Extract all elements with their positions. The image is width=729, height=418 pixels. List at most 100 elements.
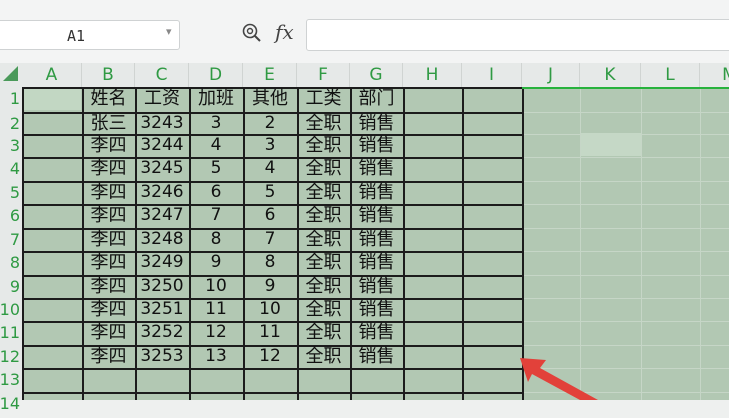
table-cell[interactable]: 6	[189, 181, 243, 204]
column-header-g[interactable]: G	[350, 63, 403, 87]
table-header-cell[interactable]: 工资	[135, 87, 189, 110]
column-header-b[interactable]: B	[82, 63, 135, 87]
table-cell[interactable]: 3251	[135, 298, 189, 321]
table-cell[interactable]: 李四	[82, 228, 135, 251]
column-header-h[interactable]: H	[403, 63, 462, 87]
table-cell[interactable]: 2	[243, 112, 297, 135]
table-cell[interactable]: 销售	[350, 275, 403, 298]
table-cell[interactable]: 全职	[297, 251, 350, 274]
table-cell[interactable]: 10	[189, 275, 243, 298]
table-cell[interactable]: 3252	[135, 321, 189, 344]
table-cell[interactable]: 销售	[350, 345, 403, 368]
select-all-corner[interactable]	[3, 66, 18, 81]
table-cell[interactable]: 销售	[350, 228, 403, 251]
table-cell[interactable]: 全职	[297, 228, 350, 251]
table-cell[interactable]: 5	[243, 181, 297, 204]
table-cell[interactable]: 9	[243, 275, 297, 298]
table-cell[interactable]: 李四	[82, 251, 135, 274]
table-cell[interactable]: 李四	[82, 275, 135, 298]
table-cell[interactable]: 3249	[135, 251, 189, 274]
table-cell[interactable]: 全职	[297, 298, 350, 321]
column-header-k[interactable]: K	[580, 63, 641, 87]
table-cell[interactable]: 3250	[135, 275, 189, 298]
table-cell[interactable]: 4	[243, 157, 297, 180]
table-cell[interactable]: 3253	[135, 345, 189, 368]
row-header-13[interactable]: 13	[0, 370, 20, 394]
table-cell[interactable]: 销售	[350, 157, 403, 180]
table-cell[interactable]: 7	[189, 204, 243, 227]
row-header-6[interactable]: 6	[0, 206, 20, 230]
column-header-e[interactable]: E	[243, 63, 297, 87]
table-cell[interactable]: 3248	[135, 228, 189, 251]
name-box[interactable]: A1 ▾	[0, 20, 180, 50]
table-cell[interactable]: 3245	[135, 157, 189, 180]
row-header-3[interactable]: 3	[0, 136, 20, 159]
table-cell[interactable]: 8	[243, 251, 297, 274]
row-header-11[interactable]: 11	[0, 323, 20, 347]
table-cell[interactable]: 销售	[350, 321, 403, 344]
column-header-j[interactable]: J	[522, 63, 580, 87]
active-cell-a1[interactable]	[23, 89, 81, 110]
table-cell[interactable]: 李四	[82, 134, 135, 157]
table-cell[interactable]: 8	[189, 228, 243, 251]
table-cell[interactable]: 3244	[135, 134, 189, 157]
row-header-1[interactable]: 1	[0, 89, 20, 114]
zoom-icon[interactable]	[241, 22, 263, 44]
table-header-cell[interactable]: 加班	[189, 87, 243, 110]
formula-input[interactable]	[306, 19, 729, 51]
column-header-i[interactable]: I	[462, 63, 522, 87]
row-header-5[interactable]: 5	[0, 183, 20, 206]
table-cell[interactable]: 3243	[135, 112, 189, 135]
table-header-cell[interactable]: 其他	[243, 87, 297, 110]
table-cell[interactable]: 12	[189, 321, 243, 344]
table-cell[interactable]: 全职	[297, 157, 350, 180]
fx-icon[interactable]: fx	[275, 20, 294, 44]
table-cell[interactable]: 张三	[82, 112, 135, 135]
table-cell[interactable]: 6	[243, 204, 297, 227]
row-header-8[interactable]: 8	[0, 253, 20, 277]
table-header-cell[interactable]: 部门	[350, 87, 403, 110]
row-header-2[interactable]: 2	[0, 114, 20, 136]
row-header-14[interactable]: 14	[0, 394, 20, 418]
chevron-down-icon[interactable]: ▾	[166, 25, 172, 38]
row-header-9[interactable]: 9	[0, 277, 20, 300]
table-cell[interactable]: 11	[189, 298, 243, 321]
table-cell[interactable]: 12	[243, 345, 297, 368]
column-header-a[interactable]: A	[22, 63, 82, 87]
table-cell[interactable]: 3	[243, 134, 297, 157]
table-cell[interactable]: 销售	[350, 181, 403, 204]
table-cell[interactable]: 全职	[297, 275, 350, 298]
table-cell[interactable]: 销售	[350, 298, 403, 321]
table-cell[interactable]: 李四	[82, 298, 135, 321]
table-cell[interactable]: 李四	[82, 181, 135, 204]
row-header-4[interactable]: 4	[0, 159, 20, 183]
table-cell[interactable]: 3247	[135, 204, 189, 227]
table-cell[interactable]: 销售	[350, 204, 403, 227]
row-header-12[interactable]: 12	[0, 347, 20, 370]
table-cell[interactable]: 销售	[350, 112, 403, 135]
table-cell[interactable]: 李四	[82, 204, 135, 227]
table-cell[interactable]: 销售	[350, 251, 403, 274]
table-header-cell[interactable]: 工类	[297, 87, 350, 110]
table-cell[interactable]: 11	[243, 321, 297, 344]
table-cell[interactable]: 13	[189, 345, 243, 368]
table-cell[interactable]: 李四	[82, 157, 135, 180]
table-cell[interactable]: 4	[189, 134, 243, 157]
column-header-f[interactable]: F	[297, 63, 350, 87]
table-cell[interactable]: 全职	[297, 204, 350, 227]
row-header-10[interactable]: 10	[0, 300, 20, 323]
column-header-d[interactable]: D	[189, 63, 243, 87]
table-cell[interactable]: 李四	[82, 345, 135, 368]
table-cell[interactable]: 全职	[297, 112, 350, 135]
table-cell[interactable]: 3	[189, 112, 243, 135]
table-header-cell[interactable]: 姓名	[82, 87, 135, 110]
table-cell[interactable]: 全职	[297, 321, 350, 344]
table-cell[interactable]: 销售	[350, 134, 403, 157]
column-header-c[interactable]: C	[135, 63, 189, 87]
table-cell[interactable]: 7	[243, 228, 297, 251]
table-cell[interactable]: 9	[189, 251, 243, 274]
table-cell[interactable]: 3246	[135, 181, 189, 204]
table-cell[interactable]: 李四	[82, 321, 135, 344]
table-cell[interactable]: 全职	[297, 345, 350, 368]
column-header-l[interactable]: L	[641, 63, 700, 87]
